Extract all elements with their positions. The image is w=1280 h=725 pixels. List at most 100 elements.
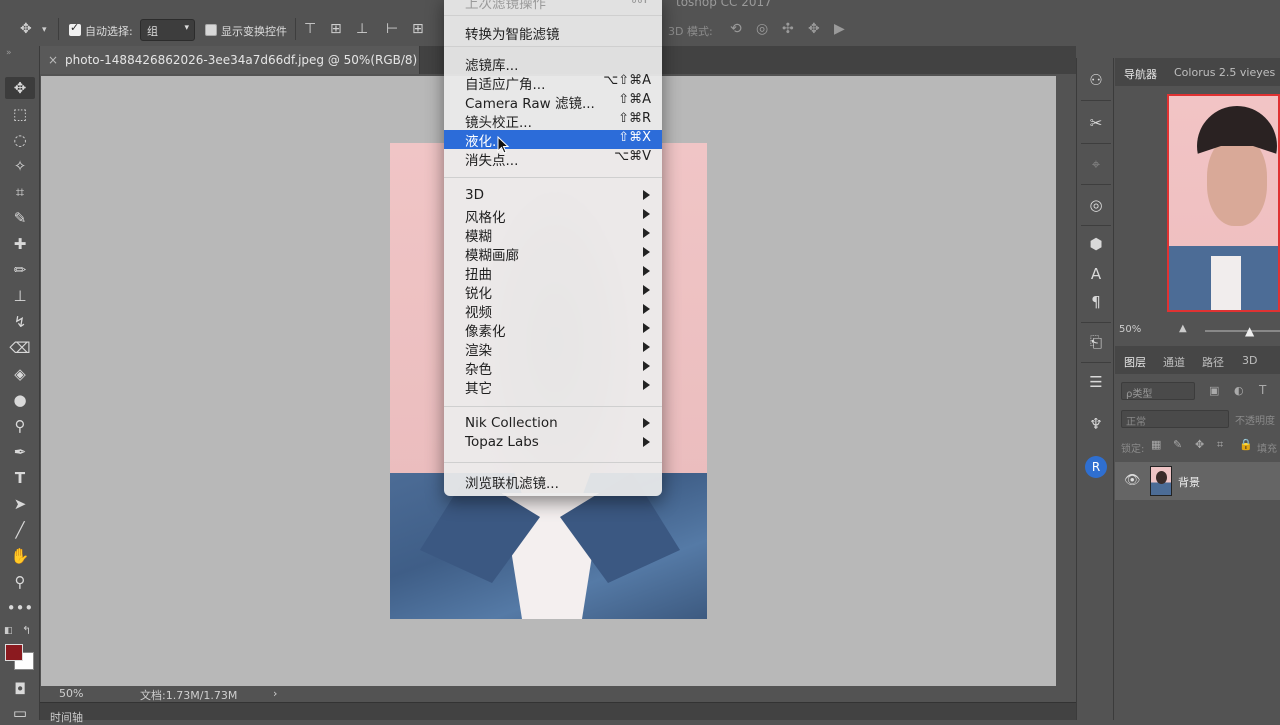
history-icon[interactable]: ⎗ xyxy=(1086,332,1106,352)
tab-channels[interactable]: 通道 xyxy=(1163,354,1185,370)
align-left-icon[interactable]: ⊢ xyxy=(386,21,398,37)
stamp-tool-icon[interactable]: ⊥ xyxy=(5,285,35,307)
adjustments-icon[interactable]: ☰ xyxy=(1086,372,1106,392)
navigator-thumbnail[interactable] xyxy=(1167,94,1280,312)
zoom-readout[interactable]: 50% xyxy=(59,687,83,700)
healing-brush-icon[interactable]: ✚ xyxy=(5,233,35,255)
tab-3d[interactable]: 3D xyxy=(1242,354,1257,367)
default-colors-icon[interactable]: ◧ xyxy=(4,626,13,636)
brush-settings-icon[interactable]: ♆ xyxy=(1086,414,1106,434)
align-bottom-icon[interactable]: ⊥ xyxy=(356,21,368,37)
move-tool-icon[interactable]: ✥ xyxy=(5,77,35,99)
layer-row[interactable]: 👁 背景 xyxy=(1115,462,1280,500)
brush-tool-icon[interactable]: ✏ xyxy=(5,259,35,281)
pan-3d-icon[interactable]: ✣ xyxy=(782,21,794,37)
align-top-icon[interactable]: ⊤ xyxy=(304,21,316,37)
document-tab[interactable]: × photo-1488426862026-3ee34a7d66df.jpeg … xyxy=(40,46,420,74)
type-filter-icon[interactable]: T xyxy=(1259,383,1266,397)
tab-layers[interactable]: 图层 xyxy=(1124,354,1146,370)
collapse-icon[interactable]: » xyxy=(6,48,12,58)
submenu-item[interactable]: 杂色 xyxy=(444,358,662,378)
tab-colorus[interactable]: Colorus 2.5 vieyes xyxy=(1174,66,1275,79)
menu-item-liquify[interactable]: 液化... ⇧⌘X xyxy=(444,130,662,150)
more-tools-icon[interactable]: ••• xyxy=(5,597,35,619)
menu-item[interactable]: Camera Raw 滤镜... ⇧⌘A xyxy=(444,92,662,112)
submenu-item[interactable]: 模糊 xyxy=(444,225,662,245)
visibility-eye-icon[interactable]: 👁 xyxy=(1124,473,1141,488)
history-brush-icon[interactable]: ↯ xyxy=(5,311,35,333)
dodge-tool-icon[interactable]: ⚲ xyxy=(5,415,35,437)
paint-bucket-icon[interactable]: ◈ xyxy=(5,363,35,385)
auto-select-checkbox[interactable] xyxy=(69,21,81,36)
submenu-item[interactable]: 3D xyxy=(444,187,662,206)
chevron-down-icon[interactable]: ▾ xyxy=(42,22,47,38)
screen-mode-icon[interactable]: ▭ xyxy=(5,702,35,724)
submenu-item[interactable]: 风格化 xyxy=(444,206,662,226)
show-transform-checkbox[interactable] xyxy=(205,24,217,36)
crop-tool-icon[interactable]: ⌗ xyxy=(5,181,35,203)
line-tool-icon[interactable]: ╱ xyxy=(5,519,35,541)
status-arrow-icon[interactable]: › xyxy=(273,687,277,700)
libraries-icon[interactable]: ◎ xyxy=(1086,195,1106,215)
menu-item[interactable]: 自适应广角... ⌥⇧⌘A xyxy=(444,73,662,93)
magic-wand-icon[interactable]: ✧ xyxy=(5,155,35,177)
camera-3d-icon[interactable]: ▶ xyxy=(834,21,845,37)
tab-navigator[interactable]: 导航器 xyxy=(1124,66,1157,82)
pen-tool-icon[interactable]: ✒ xyxy=(5,441,35,463)
adjust-filter-icon[interactable]: ◐ xyxy=(1234,384,1244,397)
lock-position-icon[interactable]: ✥ xyxy=(1195,438,1204,451)
eyedropper-icon[interactable]: ✎ xyxy=(5,207,35,229)
move-tool-icon[interactable]: ✥ xyxy=(20,21,32,37)
marquee-tool-icon[interactable]: ⬚ xyxy=(5,103,35,125)
cube-icon[interactable]: ⬢ xyxy=(1086,234,1106,254)
zoom-slider-track[interactable] xyxy=(1205,330,1280,332)
submenu-item[interactable]: 扭曲 xyxy=(444,263,662,283)
auto-select-dropdown[interactable]: 组 ▾ xyxy=(140,19,195,41)
orbit-3d-icon[interactable]: ⟲ xyxy=(730,21,742,37)
submenu-item-plugin[interactable]: Topaz Labs xyxy=(444,434,662,453)
plugin-icon[interactable]: R xyxy=(1085,456,1107,478)
lock-all-icon[interactable]: 🔒 xyxy=(1239,438,1253,451)
lock-pixels-icon[interactable]: ▦ xyxy=(1151,438,1161,451)
tab-paths[interactable]: 路径 xyxy=(1202,354,1224,370)
lock-paint-icon[interactable]: ✎ xyxy=(1173,438,1182,451)
menu-item-convert-smart-filter[interactable]: 转换为智能滤镜 xyxy=(444,23,662,43)
submenu-item[interactable]: 其它 xyxy=(444,377,662,397)
timeline-panel[interactable]: 时间轴 xyxy=(40,702,1076,724)
menu-item[interactable]: 滤镜库... xyxy=(444,54,662,74)
blend-mode-dropdown[interactable]: 正常 xyxy=(1121,410,1229,428)
blur-tool-icon[interactable]: ● xyxy=(5,389,35,411)
submenu-item[interactable]: 模糊画廊 xyxy=(444,244,662,264)
zoom-slider-thumb[interactable]: ▲ xyxy=(1245,324,1254,338)
align-vcenter-icon[interactable]: ⊞ xyxy=(330,21,342,37)
submenu-item[interactable]: 视频 xyxy=(444,301,662,321)
zoom-out-icon[interactable]: ▲ xyxy=(1179,323,1187,334)
menu-item[interactable]: 镜头校正... ⇧⌘R xyxy=(444,111,662,131)
foreground-color-swatch[interactable] xyxy=(5,644,23,661)
image-filter-icon[interactable]: ▣ xyxy=(1209,384,1219,397)
submenu-item[interactable]: 锐化 xyxy=(444,282,662,302)
path-select-icon[interactable]: ➤ xyxy=(5,493,35,515)
swap-colors-icon[interactable]: ↰ xyxy=(22,624,31,637)
gradient-icon[interactable]: ⌖ xyxy=(1086,154,1106,174)
paragraph-icon[interactable]: ¶ xyxy=(1086,292,1106,312)
menu-item[interactable]: 消失点... ⌥⌘V xyxy=(444,149,662,169)
menu-item-browse-filters[interactable]: 浏览联机滤镜... xyxy=(444,472,662,492)
zoom-tool-icon[interactable]: ⚲ xyxy=(5,571,35,593)
lasso-tool-icon[interactable]: ◌ xyxy=(5,129,35,151)
properties-icon[interactable]: ⚇ xyxy=(1086,70,1106,90)
slide-3d-icon[interactable]: ✥ xyxy=(808,21,820,37)
hand-tool-icon[interactable]: ✋ xyxy=(5,545,35,567)
menu-item-last-filter[interactable]: 上次滤镜操作 ⌘F xyxy=(444,0,662,12)
submenu-item[interactable]: 渲染 xyxy=(444,339,662,359)
quick-mask-icon[interactable]: ◘ xyxy=(5,678,35,700)
roll-3d-icon[interactable]: ◎ xyxy=(756,21,768,37)
eraser-tool-icon[interactable]: ⌫ xyxy=(5,337,35,359)
tools-icon[interactable]: ✂ xyxy=(1086,113,1106,133)
lock-artboard-icon[interactable]: ⌗ xyxy=(1217,438,1223,452)
close-icon[interactable]: × xyxy=(48,53,58,67)
navigator-zoom[interactable]: 50% xyxy=(1119,324,1141,335)
align-hcenter-icon[interactable]: ⊞ xyxy=(412,21,424,37)
submenu-item-plugin[interactable]: Nik Collection xyxy=(444,415,662,434)
layer-filter-input[interactable]: ρ类型 xyxy=(1121,382,1195,400)
